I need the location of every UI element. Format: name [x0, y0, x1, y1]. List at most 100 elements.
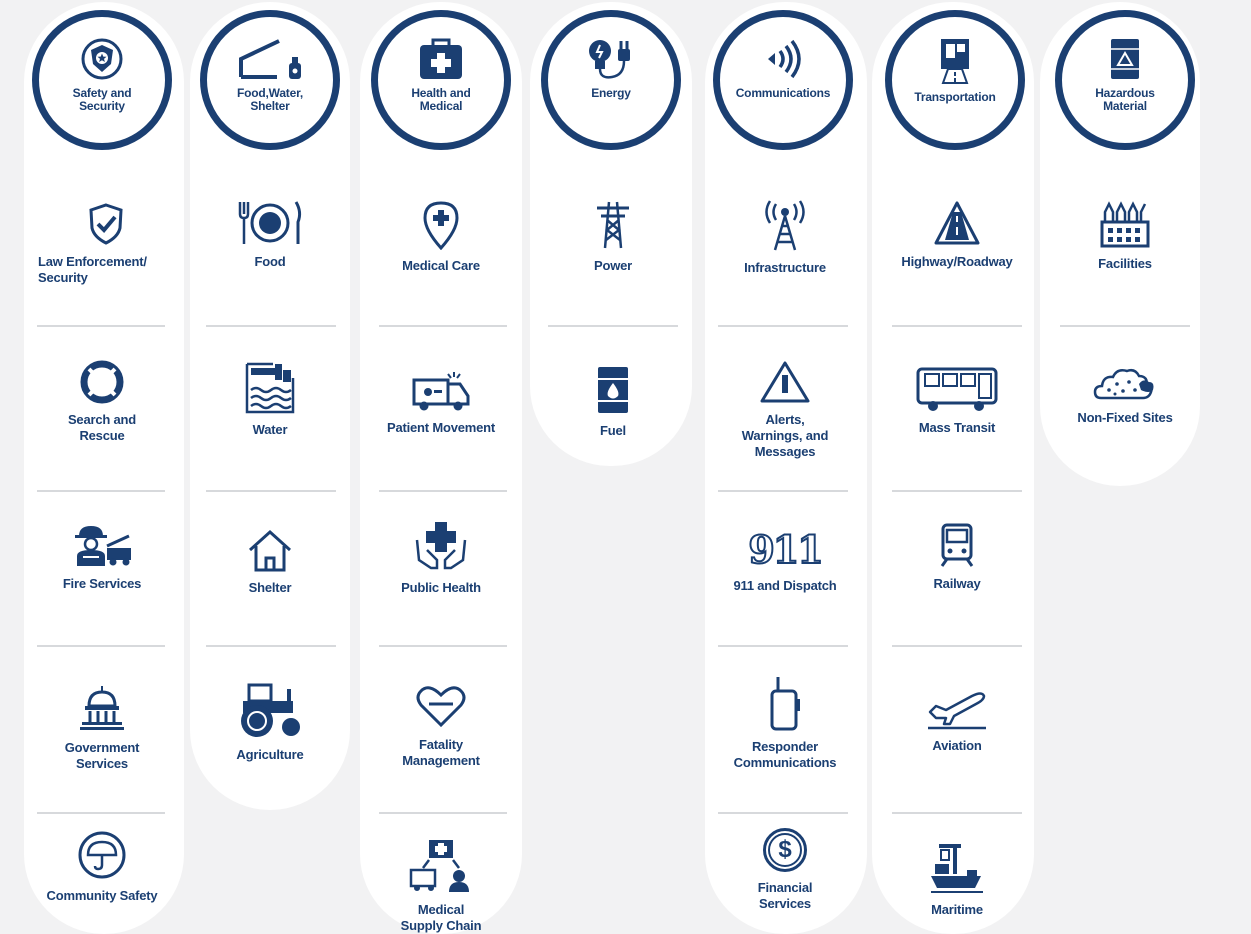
highway-truck-icon — [941, 39, 969, 84]
divider — [718, 490, 848, 492]
component-maritime[interactable]: Maritime — [890, 842, 1024, 918]
component-search-rescue[interactable]: Search and Rescue — [38, 360, 166, 444]
component-label: Shelter — [248, 580, 292, 595]
component-label: Search and Rescue — [67, 412, 137, 443]
component-label: Railway — [933, 576, 981, 591]
component-community-safety[interactable]: Community Safety — [34, 830, 170, 904]
component-financial-services[interactable]: $ Financial Services — [720, 828, 850, 912]
divider — [548, 325, 678, 327]
divider — [892, 645, 1022, 647]
component-responder-communications[interactable]: Responder Communications — [720, 675, 850, 771]
plate-cutlery-icon — [238, 201, 302, 244]
component-label: Public Health — [401, 580, 481, 595]
component-label: Patient Movement — [386, 420, 496, 435]
component-label: Power — [593, 258, 632, 273]
component-medical-care[interactable]: Medical Care — [376, 200, 506, 274]
component-facilities[interactable]: Facilities — [1058, 200, 1192, 272]
component-medical-supply-chain[interactable]: Medical Supply Chain — [376, 838, 506, 934]
component-agriculture[interactable]: Agriculture — [206, 683, 334, 763]
bulb-plug-icon — [589, 40, 630, 79]
component-alerts-warnings[interactable]: Alerts, Warnings, and Messages — [720, 360, 850, 460]
lifebuoy-icon — [80, 360, 124, 404]
map-pin-cross-icon — [423, 201, 459, 250]
component-label: Maritime — [931, 902, 983, 917]
lifeline-transportation[interactable]: Transportation — [885, 10, 1025, 150]
component-label: Agriculture — [236, 747, 304, 762]
component-shelter[interactable]: Shelter — [206, 528, 334, 596]
divider — [892, 325, 1022, 327]
component-government-services[interactable]: Government Services — [38, 684, 166, 772]
divider — [37, 325, 165, 327]
component-label: Water — [252, 422, 288, 437]
fuel-barrel-icon — [598, 367, 628, 413]
firefighter-icon — [75, 526, 131, 566]
component-non-fixed-sites[interactable]: Non-Fixed Sites — [1058, 366, 1192, 426]
supply-chain-icon — [409, 840, 469, 892]
lifeline-name: Hazardous Material — [1095, 86, 1155, 113]
component-patient-movement[interactable]: Patient Movement — [376, 368, 506, 436]
component-label: Medical Supply Chain — [400, 902, 482, 933]
lifeline-name: Transportation — [914, 90, 996, 104]
dollar-sign: $ — [768, 833, 802, 867]
component-infrastructure[interactable]: Infrastructure — [720, 200, 850, 276]
component-label: Financial Services — [757, 880, 813, 911]
lifeline-hazardous-material[interactable]: Hazardous Material — [1055, 10, 1195, 150]
radio-tower-icon — [765, 200, 805, 251]
house-icon — [248, 529, 292, 572]
ship-crane-icon — [931, 844, 983, 893]
divider — [892, 812, 1022, 814]
heart-icon — [416, 686, 466, 728]
dollar-coin-icon: $ — [763, 828, 807, 872]
road-triangle-icon — [934, 201, 980, 245]
component-label: Fuel — [600, 423, 626, 438]
component-label: Fire Services — [62, 576, 142, 591]
lifeline-name: Communications — [735, 86, 831, 100]
component-water[interactable]: Water — [206, 360, 334, 438]
component-fire-services[interactable]: Fire Services — [38, 522, 166, 592]
divider — [37, 645, 165, 647]
divider — [718, 325, 848, 327]
lifeline-safety-security[interactable]: Safety and Security — [32, 10, 172, 150]
component-label: Community Safety — [46, 888, 158, 903]
component-mass-transit[interactable]: Mass Transit — [890, 366, 1024, 436]
component-public-health[interactable]: Public Health — [376, 520, 506, 596]
lifeline-energy[interactable]: Energy — [541, 10, 681, 150]
component-label: Fatality Management — [402, 737, 480, 768]
component-label: Non-Fixed Sites — [1077, 410, 1173, 425]
radio-handset-icon — [770, 677, 800, 731]
component-label: Infrastructure — [744, 260, 826, 275]
lifeline-communications[interactable]: Communications — [713, 10, 853, 150]
lifeline-name: Safety and Security — [72, 86, 132, 113]
lifeline-name: Food,Water, Shelter — [236, 86, 304, 113]
divider — [206, 645, 336, 647]
factory-icon — [1100, 201, 1150, 248]
component-label: Alerts, Warnings, and Messages — [741, 412, 829, 459]
component-fuel[interactable]: Fuel — [548, 365, 678, 439]
component-label: Facilities — [1098, 256, 1152, 271]
shield-check-icon — [89, 203, 123, 245]
lifeline-health-medical[interactable]: Health and Medical — [371, 10, 511, 150]
component-label: Medical Care — [402, 258, 480, 273]
component-highway-roadway[interactable]: Highway/Roadway — [890, 200, 1024, 270]
airplane-icon — [928, 692, 986, 730]
divider — [892, 490, 1022, 492]
divider — [37, 812, 165, 814]
component-railway[interactable]: Railway — [890, 522, 1024, 592]
tractor-icon — [241, 683, 300, 737]
component-law-enforcement[interactable]: Law Enforcement/ Security — [38, 202, 174, 286]
signal-waves-icon — [768, 39, 801, 79]
divider — [379, 645, 507, 647]
police-badge-icon — [81, 38, 123, 80]
divider — [718, 812, 848, 814]
lifeline-food-water-shelter[interactable]: Food,Water, Shelter — [200, 10, 340, 150]
divider — [379, 812, 507, 814]
component-food[interactable]: Food — [206, 200, 334, 270]
component-aviation[interactable]: Aviation — [890, 688, 1024, 754]
component-power[interactable]: Power — [548, 200, 678, 274]
component-fatality-management[interactable]: Fatality Management — [376, 683, 506, 769]
divider — [206, 490, 336, 492]
component-label: Government Services — [64, 740, 140, 771]
component-label: Aviation — [932, 738, 982, 753]
component-label: Law Enforcement/ Security — [38, 254, 147, 285]
component-911-dispatch[interactable]: 911 911 and Dispatch — [720, 529, 850, 594]
